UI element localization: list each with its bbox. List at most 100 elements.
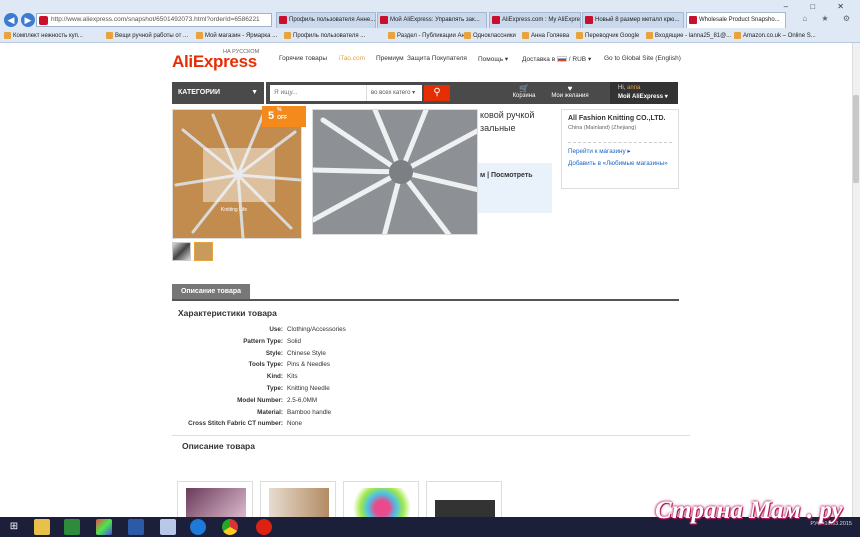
bookmark-item[interactable]: Профиль пользователя ... xyxy=(284,30,365,42)
bookmark-item[interactable]: Одноклассники xyxy=(464,30,516,42)
browser-tools-icons[interactable]: ⌂ ★ ⚙ xyxy=(802,14,856,23)
nav-delivery[interactable]: Доставка в / RUB ▾ xyxy=(522,55,591,63)
thumbnail-1[interactable] xyxy=(172,242,191,261)
search-category-label: во всех катего xyxy=(371,90,411,96)
nav-help[interactable]: Помощь ▾ xyxy=(478,55,508,63)
spec-row: Style: Chinese Style xyxy=(178,348,478,360)
search-category-select[interactable]: во всех катего ▾ xyxy=(366,85,422,101)
spec-row: Kind: Kits xyxy=(178,371,478,383)
nav-hot-products[interactable]: Горячие товары xyxy=(279,55,327,62)
product-title-fragment: ковой ручкой зальные xyxy=(480,110,535,133)
browser-tab[interactable]: AliExpress.com : My AliExpress xyxy=(489,12,581,28)
my-aliexpress-text: Мой AliExpress xyxy=(618,94,664,100)
bookmark-item[interactable]: Amazon.co.uk – Online S... xyxy=(734,30,816,42)
bookmarks-bar: Комплект нежность куп... Вещи ручной рабо… xyxy=(0,30,860,42)
tab-label: Wholesale Product Snapsho... xyxy=(699,17,780,23)
my-aliexpress-menu[interactable]: Hi, anna Мой AliExpress ▾ xyxy=(610,82,678,104)
spec-key: Pattern Type: xyxy=(243,337,283,345)
chevron-down-icon: ▼ xyxy=(251,89,258,96)
account-name: anna xyxy=(627,85,641,91)
nav-global-site[interactable]: Go to Global Site (English) xyxy=(604,55,681,62)
tab-label: Мой AliExpress: Управлять зак... xyxy=(390,17,480,23)
spec-value: None xyxy=(287,420,303,428)
browser-tab[interactable]: Мой AliExpress: Управлять зак... xyxy=(377,12,487,28)
add-favorite-store-link[interactable]: Добавить в «Любимые магазины» xyxy=(568,160,672,167)
knitting-needles-image: Knitting Life xyxy=(173,110,301,238)
seller-name[interactable]: All Fashion Knitting CO.,LTD. xyxy=(568,115,672,122)
search-icon: ⚲ xyxy=(433,87,441,98)
nav-itao[interactable]: iTao.com xyxy=(339,55,365,62)
tab-description[interactable]: Описание товара xyxy=(172,284,250,300)
bookmark-item[interactable]: Мой магазин - Ярмарка ... xyxy=(196,30,277,42)
tab-favicon-icon xyxy=(380,16,388,24)
spec-row: Cross Stitch Fabric CT number: None xyxy=(178,418,478,430)
internet-explorer-icon[interactable] xyxy=(190,519,206,535)
tab-label: AliExpress.com : My AliExpress xyxy=(502,17,581,23)
description-image-1 xyxy=(177,481,253,517)
browser-tab[interactable]: Новый 8 размер металл крю... xyxy=(582,12,684,28)
spec-key: Type: xyxy=(266,384,283,392)
tab-label: Профиль пользователя Анне... xyxy=(289,17,376,23)
nav-buyer-protection[interactable]: Защита Покупателя xyxy=(407,55,467,62)
chrome-icon[interactable] xyxy=(222,519,238,535)
explorer-icon[interactable] xyxy=(34,519,50,535)
browser-chrome: ◀ ▶ http://www.aliexpress.com/snapshot/6… xyxy=(0,0,860,43)
spec-value: Bamboo handle xyxy=(287,408,332,416)
search-button[interactable]: ⚲ xyxy=(424,85,450,101)
aliexpress-logo[interactable]: AliExpress xyxy=(172,52,257,72)
browser-tab[interactable]: Профиль пользователя Анне... xyxy=(276,12,376,28)
discount-badge: 5% OFF xyxy=(262,106,306,127)
spec-row: Type: Knitting Needle xyxy=(178,383,478,395)
spec-value: Kits xyxy=(287,373,298,381)
spec-key: Model Number: xyxy=(237,396,283,404)
description-image-4 xyxy=(426,481,502,517)
excel-icon[interactable] xyxy=(64,519,80,535)
page-scrollbar[interactable] xyxy=(852,43,860,517)
svg-text:Knitting Life: Knitting Life xyxy=(221,207,247,213)
window-controls[interactable]: – □ ✕ xyxy=(784,2,854,11)
spec-key: Style: xyxy=(265,349,283,357)
seller-box: All Fashion Knitting CO.,LTD. China (Mai… xyxy=(561,109,679,189)
go-to-store-link[interactable]: Перейти к магазину ▸ xyxy=(568,148,672,155)
spec-key: Use: xyxy=(269,326,283,333)
spec-key: Cross Stitch Fabric CT number: xyxy=(188,420,283,428)
discount-off: OFF xyxy=(277,115,288,121)
cart-icon: 🛒 xyxy=(519,84,529,93)
thumbnail-2[interactable] xyxy=(194,242,213,261)
categories-menu[interactable]: КАТЕГОРИИ ▼ xyxy=(172,82,264,104)
tab-label: Новый 8 размер металл крю... xyxy=(595,17,680,23)
spec-value: Pins & Needles xyxy=(287,361,331,369)
start-icon[interactable]: ⊞ xyxy=(6,519,22,535)
wishlist-button[interactable]: ♥ Мои желания xyxy=(548,84,592,102)
bookmark-item[interactable]: Входящие - lanna25_81@... xyxy=(646,30,731,42)
tab-strip: Профиль пользователя Анне... Мой AliExpre… xyxy=(0,12,860,29)
go-to-store-label: Перейти к магазину xyxy=(568,148,626,155)
bookmark-item[interactable]: Раздел - Публикации Ан... xyxy=(388,30,470,42)
browser-tab[interactable]: Wholesale Product Snapsho... xyxy=(686,12,786,28)
product-zoom-image xyxy=(312,109,478,235)
product-main-image[interactable]: Knitting Life xyxy=(172,109,302,239)
search-input[interactable] xyxy=(270,85,366,101)
bookmark-item[interactable]: Вещи ручной работы от ... xyxy=(106,30,188,42)
bookmark-item[interactable]: Анна Голяева xyxy=(522,30,569,42)
logo-subtitle: НА РУССКОМ xyxy=(223,49,260,55)
pin-app-icon[interactable] xyxy=(128,519,144,535)
opera-icon[interactable] xyxy=(256,519,272,535)
photo-app-icon[interactable] xyxy=(96,519,112,535)
nav-premium[interactable]: Премиум xyxy=(376,55,404,62)
spec-row: Tools Type: Pins & Needles xyxy=(178,359,478,371)
description-title: Описание товара xyxy=(182,441,255,451)
cart-button[interactable]: 🛒 Корзина xyxy=(506,84,542,102)
spec-row: Material: Bamboo handle xyxy=(178,407,478,419)
my-aliexpress-label: Мой AliExpress ▾ xyxy=(618,94,668,100)
russia-flag-icon xyxy=(557,56,567,63)
spec-value: Knitting Needle xyxy=(287,384,330,392)
bookmark-item[interactable]: Комплект нежность куп... xyxy=(4,30,83,42)
tab-favicon-icon xyxy=(492,16,500,24)
scrollbar-thumb[interactable] xyxy=(853,95,859,183)
currency-label: RUB xyxy=(572,56,587,63)
tab-favicon-icon xyxy=(279,16,287,24)
notepad-icon[interactable] xyxy=(160,519,176,535)
view-store-link[interactable]: м | Посмотреть xyxy=(480,172,533,179)
bookmark-item[interactable]: Переводчик Google xyxy=(576,30,639,42)
